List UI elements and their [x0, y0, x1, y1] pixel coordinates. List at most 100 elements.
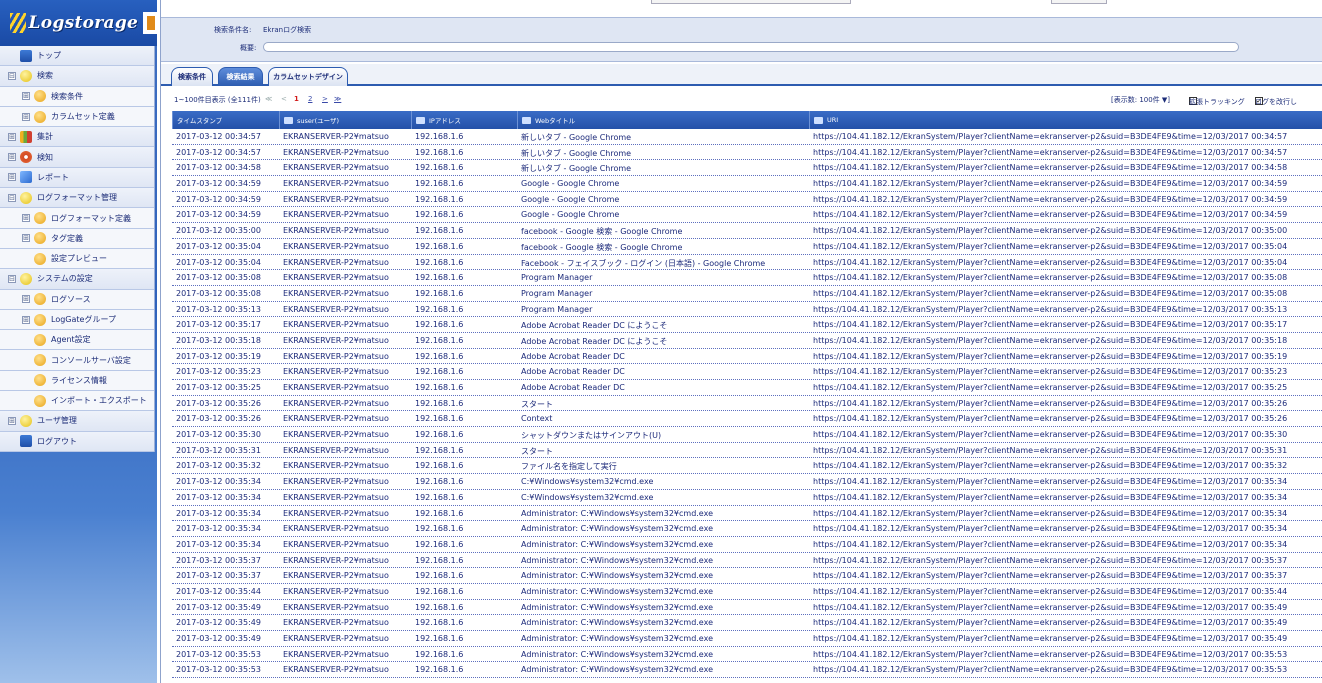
table-cell[interactable]: https://104.41.182.12/EkranSystem/Player…: [813, 571, 1322, 580]
table-row[interactable]: 2017-03-12 00:35:26 EKRANSERVER-P2¥matsuo…: [172, 396, 1322, 412]
sidebar-item[interactable]: 設定プレビュー: [0, 249, 154, 270]
table-row[interactable]: 2017-03-12 00:35:04 EKRANSERVER-P2¥matsuo…: [172, 255, 1322, 271]
table-cell[interactable]: https://104.41.182.12/EkranSystem/Player…: [813, 430, 1322, 439]
table-row[interactable]: 2017-03-12 00:35:13 EKRANSERVER-P2¥matsuo…: [172, 302, 1322, 318]
table-row[interactable]: 2017-03-12 00:35:34 EKRANSERVER-P2¥matsuo…: [172, 474, 1322, 490]
table-cell[interactable]: https://104.41.182.12/EkranSystem/Player…: [813, 148, 1322, 157]
table-row[interactable]: 2017-03-12 00:35:32 EKRANSERVER-P2¥matsuo…: [172, 458, 1322, 475]
table-row[interactable]: 2017-03-12 00:34:58 EKRANSERVER-P2¥matsuo…: [172, 160, 1322, 177]
sidebar-item[interactable]: ⊞ カラムセット定義: [0, 107, 154, 128]
table-cell[interactable]: https://104.41.182.12/EkranSystem/Player…: [813, 556, 1322, 565]
page-2-link[interactable]: 2: [308, 95, 312, 103]
sidebar-item[interactable]: ログアウト: [0, 431, 154, 452]
column-header[interactable]: IPアドレス: [411, 111, 517, 129]
sidebar-item[interactable]: Agent設定: [0, 330, 154, 351]
table-cell[interactable]: https://104.41.182.12/EkranSystem/Player…: [813, 289, 1322, 298]
table-cell[interactable]: https://104.41.182.12/EkranSystem/Player…: [813, 320, 1322, 329]
sidebar-item[interactable]: ⊞ ログフォーマット定義: [0, 208, 154, 229]
sidebar-item[interactable]: ⊞ ユーザ管理: [0, 411, 154, 432]
table-row[interactable]: 2017-03-12 00:34:59 EKRANSERVER-P2¥matsuo…: [172, 207, 1322, 224]
table-row[interactable]: 2017-03-12 00:35:53 EKRANSERVER-P2¥matsuo…: [172, 662, 1322, 679]
table-row[interactable]: 2017-03-12 00:34:59 EKRANSERVER-P2¥matsuo…: [172, 192, 1322, 208]
expander-icon[interactable]: ⊞: [8, 416, 16, 425]
table-cell[interactable]: https://104.41.182.12/EkranSystem/Player…: [813, 242, 1322, 251]
table-cell[interactable]: https://104.41.182.12/EkranSystem/Player…: [813, 477, 1322, 486]
table-cell[interactable]: https://104.41.182.12/EkranSystem/Player…: [813, 587, 1322, 596]
table-cell[interactable]: https://104.41.182.12/EkranSystem/Player…: [813, 618, 1322, 627]
sidebar-item[interactable]: トップ: [0, 46, 154, 67]
sidebar-item[interactable]: ⊞ タグ定義: [0, 229, 154, 249]
table-cell[interactable]: https://104.41.182.12/EkranSystem/Player…: [813, 179, 1322, 188]
table-cell[interactable]: https://104.41.182.12/EkranSystem/Player…: [813, 226, 1322, 235]
table-row[interactable]: 2017-03-12 00:35:00 EKRANSERVER-P2¥matsuo…: [172, 223, 1322, 239]
table-row[interactable]: 2017-03-12 00:35:08 EKRANSERVER-P2¥matsuo…: [172, 286, 1322, 302]
expander-icon[interactable]: ⊞: [22, 214, 30, 223]
tab-columnset-design[interactable]: カラムセットデザイン: [268, 67, 348, 86]
table-row[interactable]: 2017-03-12 00:35:23 EKRANSERVER-P2¥matsuo…: [172, 364, 1322, 380]
table-row[interactable]: 2017-03-12 00:35:26 EKRANSERVER-P2¥matsuo…: [172, 411, 1322, 428]
column-header[interactable]: URI: [809, 111, 1322, 129]
table-cell[interactable]: https://104.41.182.12/EkranSystem/Player…: [813, 461, 1322, 470]
table-cell[interactable]: https://104.41.182.12/EkranSystem/Player…: [813, 258, 1322, 267]
table-cell[interactable]: https://104.41.182.12/EkranSystem/Player…: [813, 414, 1322, 423]
page-size-select[interactable]: [表示数: 100件 ▼]: [1111, 95, 1170, 105]
table-row[interactable]: 2017-03-12 00:35:04 EKRANSERVER-P2¥matsuo…: [172, 239, 1322, 255]
column-header[interactable]: Webタイトル: [517, 111, 809, 129]
table-row[interactable]: 2017-03-12 00:35:49 EKRANSERVER-P2¥matsuo…: [172, 615, 1322, 631]
table-cell[interactable]: https://104.41.182.12/EkranSystem/Player…: [813, 352, 1322, 361]
table-cell[interactable]: https://104.41.182.12/EkranSystem/Player…: [813, 509, 1322, 518]
logo[interactable]: Logstorage: [0, 0, 157, 46]
expander-icon[interactable]: ⊟: [8, 274, 16, 283]
next-page-link[interactable]: >: [322, 95, 328, 103]
sidebar-item[interactable]: ⊟ ログフォーマット管理: [0, 188, 154, 209]
sidebar-item[interactable]: ⊟ 検索: [0, 66, 154, 87]
table-cell[interactable]: https://104.41.182.12/EkranSystem/Player…: [813, 603, 1322, 612]
table-cell[interactable]: https://104.41.182.12/EkranSystem/Player…: [813, 540, 1322, 549]
expander-icon[interactable]: ⊞: [8, 173, 16, 182]
sidebar-item[interactable]: ⊞ 検索条件: [0, 87, 154, 107]
sidebar-item[interactable]: インポート・エクスポート: [0, 391, 154, 412]
first-page-link[interactable]: ≪: [265, 95, 272, 103]
sidebar-item[interactable]: ライセンス情報: [0, 371, 154, 392]
table-row[interactable]: 2017-03-12 00:35:34 EKRANSERVER-P2¥matsuo…: [172, 537, 1322, 553]
expander-icon[interactable]: ⊞: [22, 234, 30, 243]
table-row[interactable]: 2017-03-12 00:35:49 EKRANSERVER-P2¥matsuo…: [172, 631, 1322, 647]
table-row[interactable]: 2017-03-12 00:35:08 EKRANSERVER-P2¥matsuo…: [172, 270, 1322, 286]
table-row[interactable]: 2017-03-12 00:35:53 EKRANSERVER-P2¥matsuo…: [172, 647, 1322, 663]
summary-field[interactable]: [263, 42, 1239, 52]
top-button[interactable]: [1051, 0, 1107, 4]
sidebar-item[interactable]: ⊞ 集計: [0, 127, 154, 148]
expander-icon[interactable]: ⊟: [8, 193, 16, 202]
expander-icon[interactable]: ⊞: [22, 295, 30, 304]
table-cell[interactable]: https://104.41.182.12/EkranSystem/Player…: [813, 493, 1322, 502]
table-cell[interactable]: https://104.41.182.12/EkranSystem/Player…: [813, 210, 1322, 219]
expander-icon[interactable]: ⊞: [8, 132, 16, 141]
expander-icon[interactable]: ⊞: [8, 153, 16, 162]
column-header[interactable]: タイムスタンプ: [172, 111, 279, 129]
table-row[interactable]: 2017-03-12 00:35:19 EKRANSERVER-P2¥matsuo…: [172, 349, 1322, 365]
expander-icon[interactable]: ⊞: [22, 92, 30, 101]
table-row[interactable]: 2017-03-12 00:35:25 EKRANSERVER-P2¥matsuo…: [172, 380, 1322, 396]
table-row[interactable]: 2017-03-12 00:35:30 EKRANSERVER-P2¥matsuo…: [172, 427, 1322, 443]
table-row[interactable]: 2017-03-12 00:35:37 EKRANSERVER-P2¥matsuo…: [172, 568, 1322, 584]
table-cell[interactable]: https://104.41.182.12/EkranSystem/Player…: [813, 305, 1322, 314]
table-row[interactable]: 2017-03-12 00:34:57 EKRANSERVER-P2¥matsuo…: [172, 145, 1322, 161]
table-cell[interactable]: https://104.41.182.12/EkranSystem/Player…: [813, 650, 1322, 659]
tab-search-results[interactable]: 検索結果: [218, 67, 263, 86]
table-cell[interactable]: https://104.41.182.12/EkranSystem/Player…: [813, 273, 1322, 282]
table-row[interactable]: 2017-03-12 00:35:34 EKRANSERVER-P2¥matsuo…: [172, 490, 1322, 506]
prev-page-link[interactable]: <: [281, 95, 287, 103]
sidebar-item[interactable]: コンソールサーバ設定: [0, 350, 154, 371]
table-row[interactable]: 2017-03-12 00:35:31 EKRANSERVER-P2¥matsuo…: [172, 443, 1322, 459]
table-cell[interactable]: https://104.41.182.12/EkranSystem/Player…: [813, 399, 1322, 408]
last-page-link[interactable]: ≫: [334, 95, 341, 103]
sidebar-item[interactable]: ⊞ ログソース: [0, 290, 154, 310]
expander-icon[interactable]: ⊟: [8, 71, 16, 80]
table-row[interactable]: 2017-03-12 00:34:59 EKRANSERVER-P2¥matsuo…: [172, 176, 1322, 192]
tab-search-condition[interactable]: 検索条件: [171, 67, 213, 86]
table-row[interactable]: 2017-03-12 00:35:37 EKRANSERVER-P2¥matsuo…: [172, 553, 1322, 569]
sidebar-item[interactable]: ⊞ レポート: [0, 167, 154, 189]
table-cell[interactable]: https://104.41.182.12/EkranSystem/Player…: [813, 524, 1322, 533]
sidebar-item[interactable]: ⊟ システムの設定: [0, 269, 154, 290]
table-cell[interactable]: https://104.41.182.12/EkranSystem/Player…: [813, 132, 1322, 141]
